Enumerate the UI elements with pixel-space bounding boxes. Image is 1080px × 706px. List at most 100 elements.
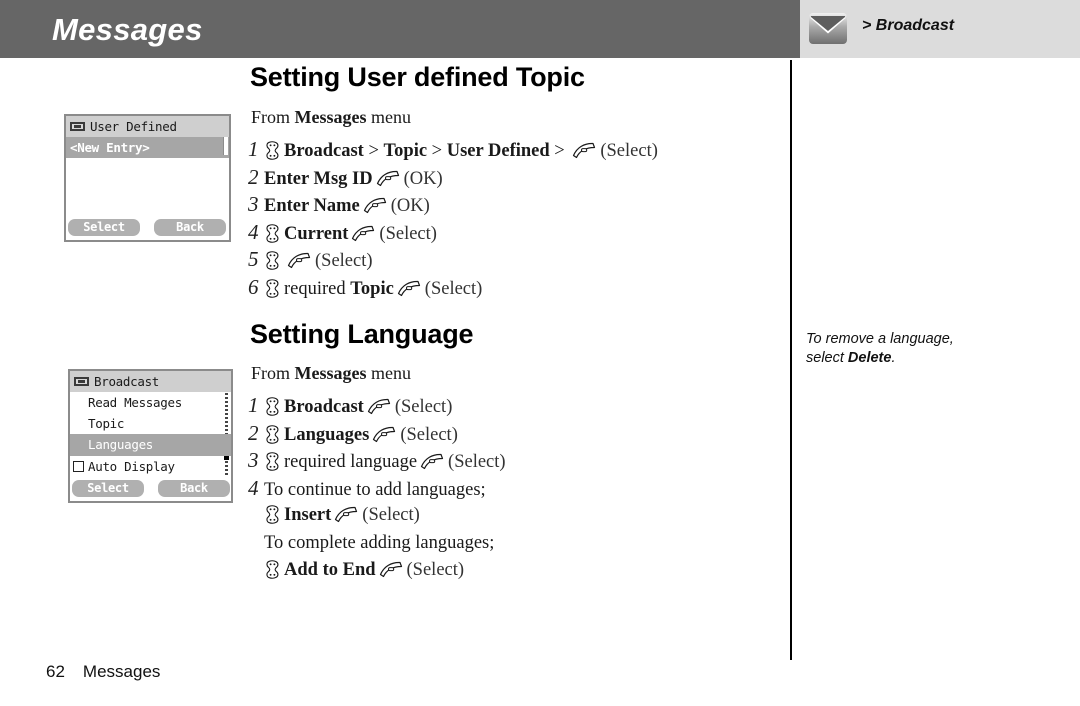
phone-screen-titlebar: User Defined — [66, 116, 229, 137]
from-menu-line-1: From Messages menu — [251, 107, 411, 128]
step-list-user-defined-topic: 1 Broadcast > Topic > User Defined > (Sel… — [248, 136, 788, 301]
page-number: 62 — [46, 662, 65, 681]
list-item[interactable]: Read Messages — [70, 392, 231, 413]
softkey-button-icon — [363, 197, 386, 214]
from-suffix: menu — [366, 107, 411, 127]
step-list-setting-language: 1 Broadcast (Select) 2 Languages (Select) 3 req… — [248, 392, 788, 585]
scrollbar-thumb[interactable] — [223, 137, 228, 155]
step-menu-item: Topic — [383, 141, 428, 161]
phone-screen-title: User Defined — [90, 119, 177, 134]
list-item-label: <New Entry> — [70, 140, 150, 155]
navigation-key-icon — [266, 141, 279, 160]
step-item: 5 (Select) — [248, 246, 788, 274]
step-action: (Select) — [362, 505, 420, 525]
from-prefix: From — [251, 107, 295, 127]
navigation-key-icon — [266, 223, 279, 243]
navigation-key-icon — [266, 424, 279, 444]
step-item: 4 To continue to add languages; — [248, 475, 788, 503]
phone-screen-body: Read Messages Topic Languages Auto Displ… — [70, 392, 231, 477]
navigation-key-icon — [266, 505, 279, 524]
step-menu-item: Add to End — [284, 560, 376, 580]
margin-note-line2-suffix: . — [891, 350, 896, 366]
list-item-label: Topic — [88, 416, 125, 432]
softkey-back-button[interactable]: Back — [154, 218, 226, 236]
step-menu-item: Broadcast — [284, 397, 364, 417]
step-item: Add to End (Select) — [248, 557, 788, 585]
step-action: (Select) — [600, 141, 658, 161]
step-menu-item: User Defined — [446, 141, 550, 161]
list-item[interactable]: <New Entry> — [66, 137, 229, 158]
list-item-label: Languages — [88, 437, 154, 453]
from-bold: Messages — [294, 107, 367, 127]
softkey-button-icon — [379, 561, 402, 578]
softkey-button-icon — [420, 453, 444, 470]
phone-softkey-bar: Select Back — [70, 477, 231, 499]
softkey-button-icon — [352, 225, 375, 241]
phone-screen-titlebar: Broadcast — [70, 371, 231, 392]
step-number: 5 — [248, 247, 259, 271]
vertical-divider — [790, 60, 792, 660]
step-separator: > — [549, 141, 570, 161]
step-item: 2 Languages (Select) — [248, 420, 788, 448]
broadcast-message-icon — [74, 377, 89, 386]
margin-note-line1: To remove a language, — [806, 331, 954, 347]
broadcast-message-icon — [70, 122, 85, 131]
step-item: 4 Current (Select) — [248, 219, 788, 247]
margin-note-line2-prefix: select — [806, 350, 848, 366]
softkey-select-button[interactable]: Select — [72, 479, 144, 497]
margin-note: To remove a language, select Delete. — [806, 330, 1056, 368]
step-action: (Select) — [379, 223, 437, 244]
phone-screen-body: <New Entry> — [66, 137, 229, 216]
step-action: (Select) — [424, 278, 483, 299]
phone-screen-broadcast: Broadcast Read Messages Topic Languages … — [68, 369, 233, 503]
step-action: (OK) — [390, 196, 430, 216]
step-number: 2 — [248, 164, 259, 189]
navigation-key-icon — [266, 452, 279, 471]
step-number: 3 — [248, 192, 259, 216]
list-item[interactable]: Topic — [70, 413, 231, 434]
from-bold: Messages — [294, 363, 367, 383]
step-number: 3 — [248, 448, 259, 472]
step-action: (OK) — [403, 168, 443, 189]
step-action: (Select) — [400, 424, 458, 445]
list-item-label: Auto Display — [88, 458, 175, 474]
auto-display-checkbox[interactable] — [73, 460, 84, 472]
step-action: (Select) — [406, 560, 465, 580]
step-menu-item: Enter Name — [264, 196, 360, 216]
step-number: 4 — [248, 219, 259, 244]
step-number: 4 — [248, 475, 259, 500]
from-suffix: menu — [366, 363, 411, 383]
list-item[interactable]: Auto Display — [70, 456, 231, 477]
step-item: Insert (Select) — [248, 502, 788, 530]
step-menu-item: Enter Msg ID — [264, 168, 373, 189]
step-menu-item: Insert — [284, 505, 332, 525]
from-menu-line-2: From Messages menu — [251, 363, 411, 384]
step-number: 2 — [248, 420, 259, 445]
step-item: 1 Broadcast (Select) — [248, 392, 788, 420]
step-number: 1 — [248, 137, 259, 161]
step-text: required language — [284, 452, 418, 472]
navigation-key-icon — [266, 251, 279, 270]
navigation-key-icon — [266, 278, 279, 298]
softkey-button-icon — [376, 170, 399, 186]
step-item: 1 Broadcast > Topic > User Defined > (Sel… — [248, 136, 788, 164]
step-item: 2 Enter Msg ID (OK) — [248, 164, 788, 192]
step-separator: > — [427, 141, 447, 161]
step-number: 6 — [248, 274, 259, 299]
softkey-button-icon — [335, 506, 358, 523]
navigation-key-icon — [266, 397, 279, 416]
page-title: Messages — [52, 12, 203, 47]
softkey-button-icon — [367, 398, 390, 415]
step-text: To complete adding languages; — [264, 532, 495, 553]
step-number: 1 — [248, 393, 259, 417]
page-header-bar: Messages — [0, 0, 800, 58]
step-menu-item: Current — [284, 223, 349, 244]
margin-note-line2-bold: Delete — [847, 350, 892, 366]
softkey-select-button[interactable]: Select — [68, 218, 140, 236]
list-item[interactable]: Languages — [70, 434, 231, 456]
softkey-back-button[interactable]: Back — [158, 479, 230, 497]
step-action: (Select) — [394, 397, 453, 417]
step-item: 3 required language (Select) — [248, 447, 788, 475]
step-item: 6 required Topic (Select) — [248, 274, 788, 302]
step-item: To complete adding languages; — [248, 530, 788, 558]
